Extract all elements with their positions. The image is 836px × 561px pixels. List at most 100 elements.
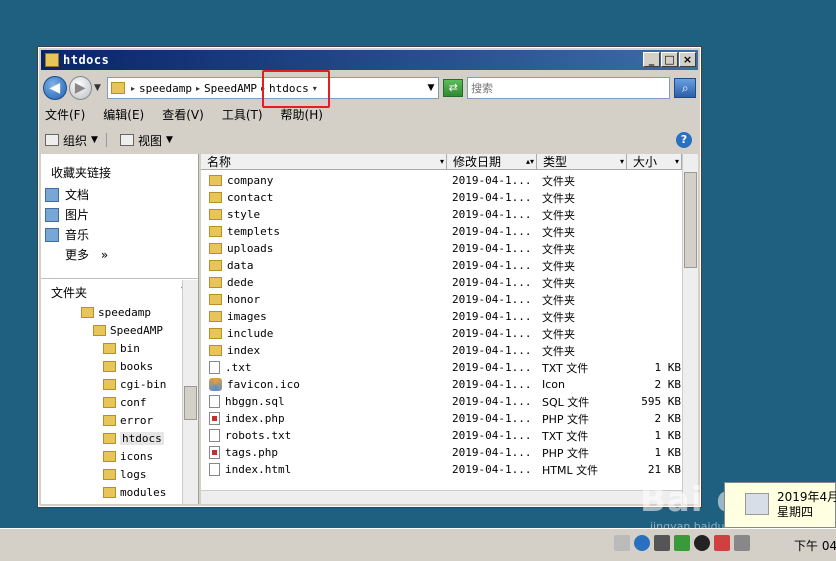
tree-item-conf[interactable]: conf: [103, 396, 147, 409]
file-size: 21 KB: [647, 463, 681, 476]
column-label: 修改日期: [453, 155, 502, 169]
help-icon[interactable]: ?: [676, 132, 692, 148]
toolbar-divider: [105, 133, 112, 147]
favorite-documents[interactable]: 文档: [45, 186, 89, 203]
music-icon: [45, 227, 59, 242]
chevron-down-icon: ▼: [165, 135, 173, 145]
organize-label: 组织: [63, 133, 88, 148]
tree-label: cgi-bin: [120, 378, 167, 391]
favorite-pictures[interactable]: 图片: [45, 206, 89, 223]
favorites-title: 收藏夹链接: [51, 166, 112, 180]
folder-icon: [209, 328, 222, 339]
tree-item-cgi-bin[interactable]: cgi-bin: [103, 378, 166, 391]
menu-tools[interactable]: 工具(T): [222, 106, 263, 124]
refresh-button[interactable]: ⇄: [443, 79, 464, 97]
column-name[interactable]: 名称 ▾: [201, 154, 447, 170]
security-icon[interactable]: [714, 535, 730, 551]
breadcrumb-speedamp[interactable]: speedamp: [139, 82, 192, 95]
menu-file[interactable]: 文件(F): [45, 106, 85, 124]
tree-item-speedamp-upper[interactable]: SpeedAMP: [93, 324, 163, 337]
title-bar[interactable]: htdocs _ □ ×: [41, 50, 698, 70]
folder-icon: [209, 345, 222, 356]
organize-icon: [45, 134, 59, 146]
search-field[interactable]: [467, 77, 671, 99]
qq-icon[interactable]: [694, 535, 710, 551]
keyboard-icon[interactable]: [614, 535, 630, 551]
tree-item-logs[interactable]: logs: [103, 468, 147, 481]
file-type: 文件夹: [542, 208, 575, 222]
maximize-button[interactable]: □: [661, 52, 678, 67]
minimize-button[interactable]: _: [643, 52, 660, 67]
forward-button[interactable]: ▶: [68, 76, 93, 100]
tree-label: books: [120, 360, 154, 373]
column-size[interactable]: 大小 ▾: [627, 154, 682, 170]
tree-item-bin[interactable]: bin: [103, 342, 140, 355]
back-button[interactable]: ◀: [43, 76, 67, 100]
column-type[interactable]: 类型 ▾: [537, 154, 627, 170]
file-type: 文件夹: [542, 310, 575, 324]
file-type: 文件夹: [542, 293, 575, 307]
sort-icon[interactable]: ▴▾: [526, 154, 534, 170]
search-icon: ⌕: [681, 81, 689, 95]
close-button[interactable]: ×: [679, 52, 696, 67]
file-size: 1 KB: [654, 361, 682, 374]
tree-item-error[interactable]: error: [103, 414, 153, 427]
file-name-cell: tags.php: [209, 446, 439, 459]
folder-icon: [209, 209, 222, 220]
file-type: SQL 文件: [542, 395, 590, 409]
scroll-thumb[interactable]: [184, 386, 197, 420]
organize-button[interactable]: 组织 ▼: [45, 132, 98, 149]
tree-label: conf: [120, 396, 147, 409]
tooltip-weekday: 星期四: [777, 505, 814, 519]
text-file-icon: [209, 429, 220, 442]
breadcrumb-speedamp-upper[interactable]: SpeedAMP: [204, 82, 257, 95]
chevron-right-icon[interactable]: ▸: [131, 84, 135, 93]
chevron-down-icon: ▼: [91, 135, 98, 145]
more-link[interactable]: 更多 »: [65, 246, 108, 263]
column-date[interactable]: 修改日期 ▴▾: [447, 154, 537, 170]
tree-item-icons[interactable]: icons: [103, 450, 153, 463]
view-button[interactable]: 视图 ▼: [119, 132, 173, 149]
menu-help[interactable]: 帮助(H): [281, 106, 323, 124]
file-name-cell: .txt: [209, 361, 439, 374]
toolbar: 组织 ▼ 视图 ▼: [45, 130, 173, 150]
history-dropdown[interactable]: ▼: [94, 83, 101, 93]
file-name-cell: images: [209, 310, 439, 323]
horizontal-scrollbar[interactable]: [201, 490, 682, 504]
address-bar[interactable]: ▸ speedamp ▸ SpeedAMP ▸ htdocs ▾ ▼: [106, 70, 440, 108]
file-list-scrollbar[interactable]: [682, 154, 698, 504]
file-name: data: [227, 259, 254, 272]
shield-icon[interactable]: [654, 535, 670, 551]
favorite-music[interactable]: 音乐: [45, 226, 89, 243]
folders-title[interactable]: 文件夹: [51, 284, 87, 301]
volume-icon[interactable]: [734, 535, 750, 551]
taskbar-clock[interactable]: 下午 04: [794, 537, 836, 554]
arrow-right-icon: ▶: [74, 80, 86, 96]
tree-item-speedamp[interactable]: speedamp: [81, 306, 151, 319]
menu-view[interactable]: 查看(V): [162, 106, 204, 124]
address-dropdown[interactable]: ▼: [428, 83, 435, 93]
menu-edit[interactable]: 编辑(E): [103, 106, 144, 124]
file-type: 文件夹: [542, 259, 575, 273]
chevron-down-icon[interactable]: ▾: [620, 154, 624, 170]
chevron-down-icon[interactable]: ▾: [675, 154, 679, 170]
file-list: 名称 ▾ 修改日期 ▴▾ 类型 ▾ 大小 ▾ company 2019-04-1... 文件…: [201, 154, 698, 504]
tree-item-htdocs[interactable]: htdocs: [103, 432, 164, 445]
text-file-icon: [209, 463, 220, 476]
file-size: 2 KB: [654, 378, 682, 391]
help-icon[interactable]: [634, 535, 650, 551]
tree-scrollbar[interactable]: [182, 280, 198, 504]
file-name-cell: hbggn.sql: [209, 395, 439, 408]
tree-item-books[interactable]: books: [103, 360, 153, 373]
network-icon[interactable]: [674, 535, 690, 551]
folder-icon: [209, 192, 222, 203]
chevron-down-icon[interactable]: ▾: [440, 154, 444, 170]
file-type: 文件夹: [542, 276, 575, 290]
search-button[interactable]: ⌕: [674, 78, 696, 98]
tree-item-modules[interactable]: modules: [103, 486, 166, 499]
file-date: 2019-04-1...: [452, 225, 532, 238]
search-input[interactable]: [468, 81, 670, 95]
chevron-right-icon[interactable]: ▸: [196, 84, 200, 93]
file-type: PHP 文件: [542, 412, 590, 426]
scroll-thumb[interactable]: [684, 172, 697, 268]
